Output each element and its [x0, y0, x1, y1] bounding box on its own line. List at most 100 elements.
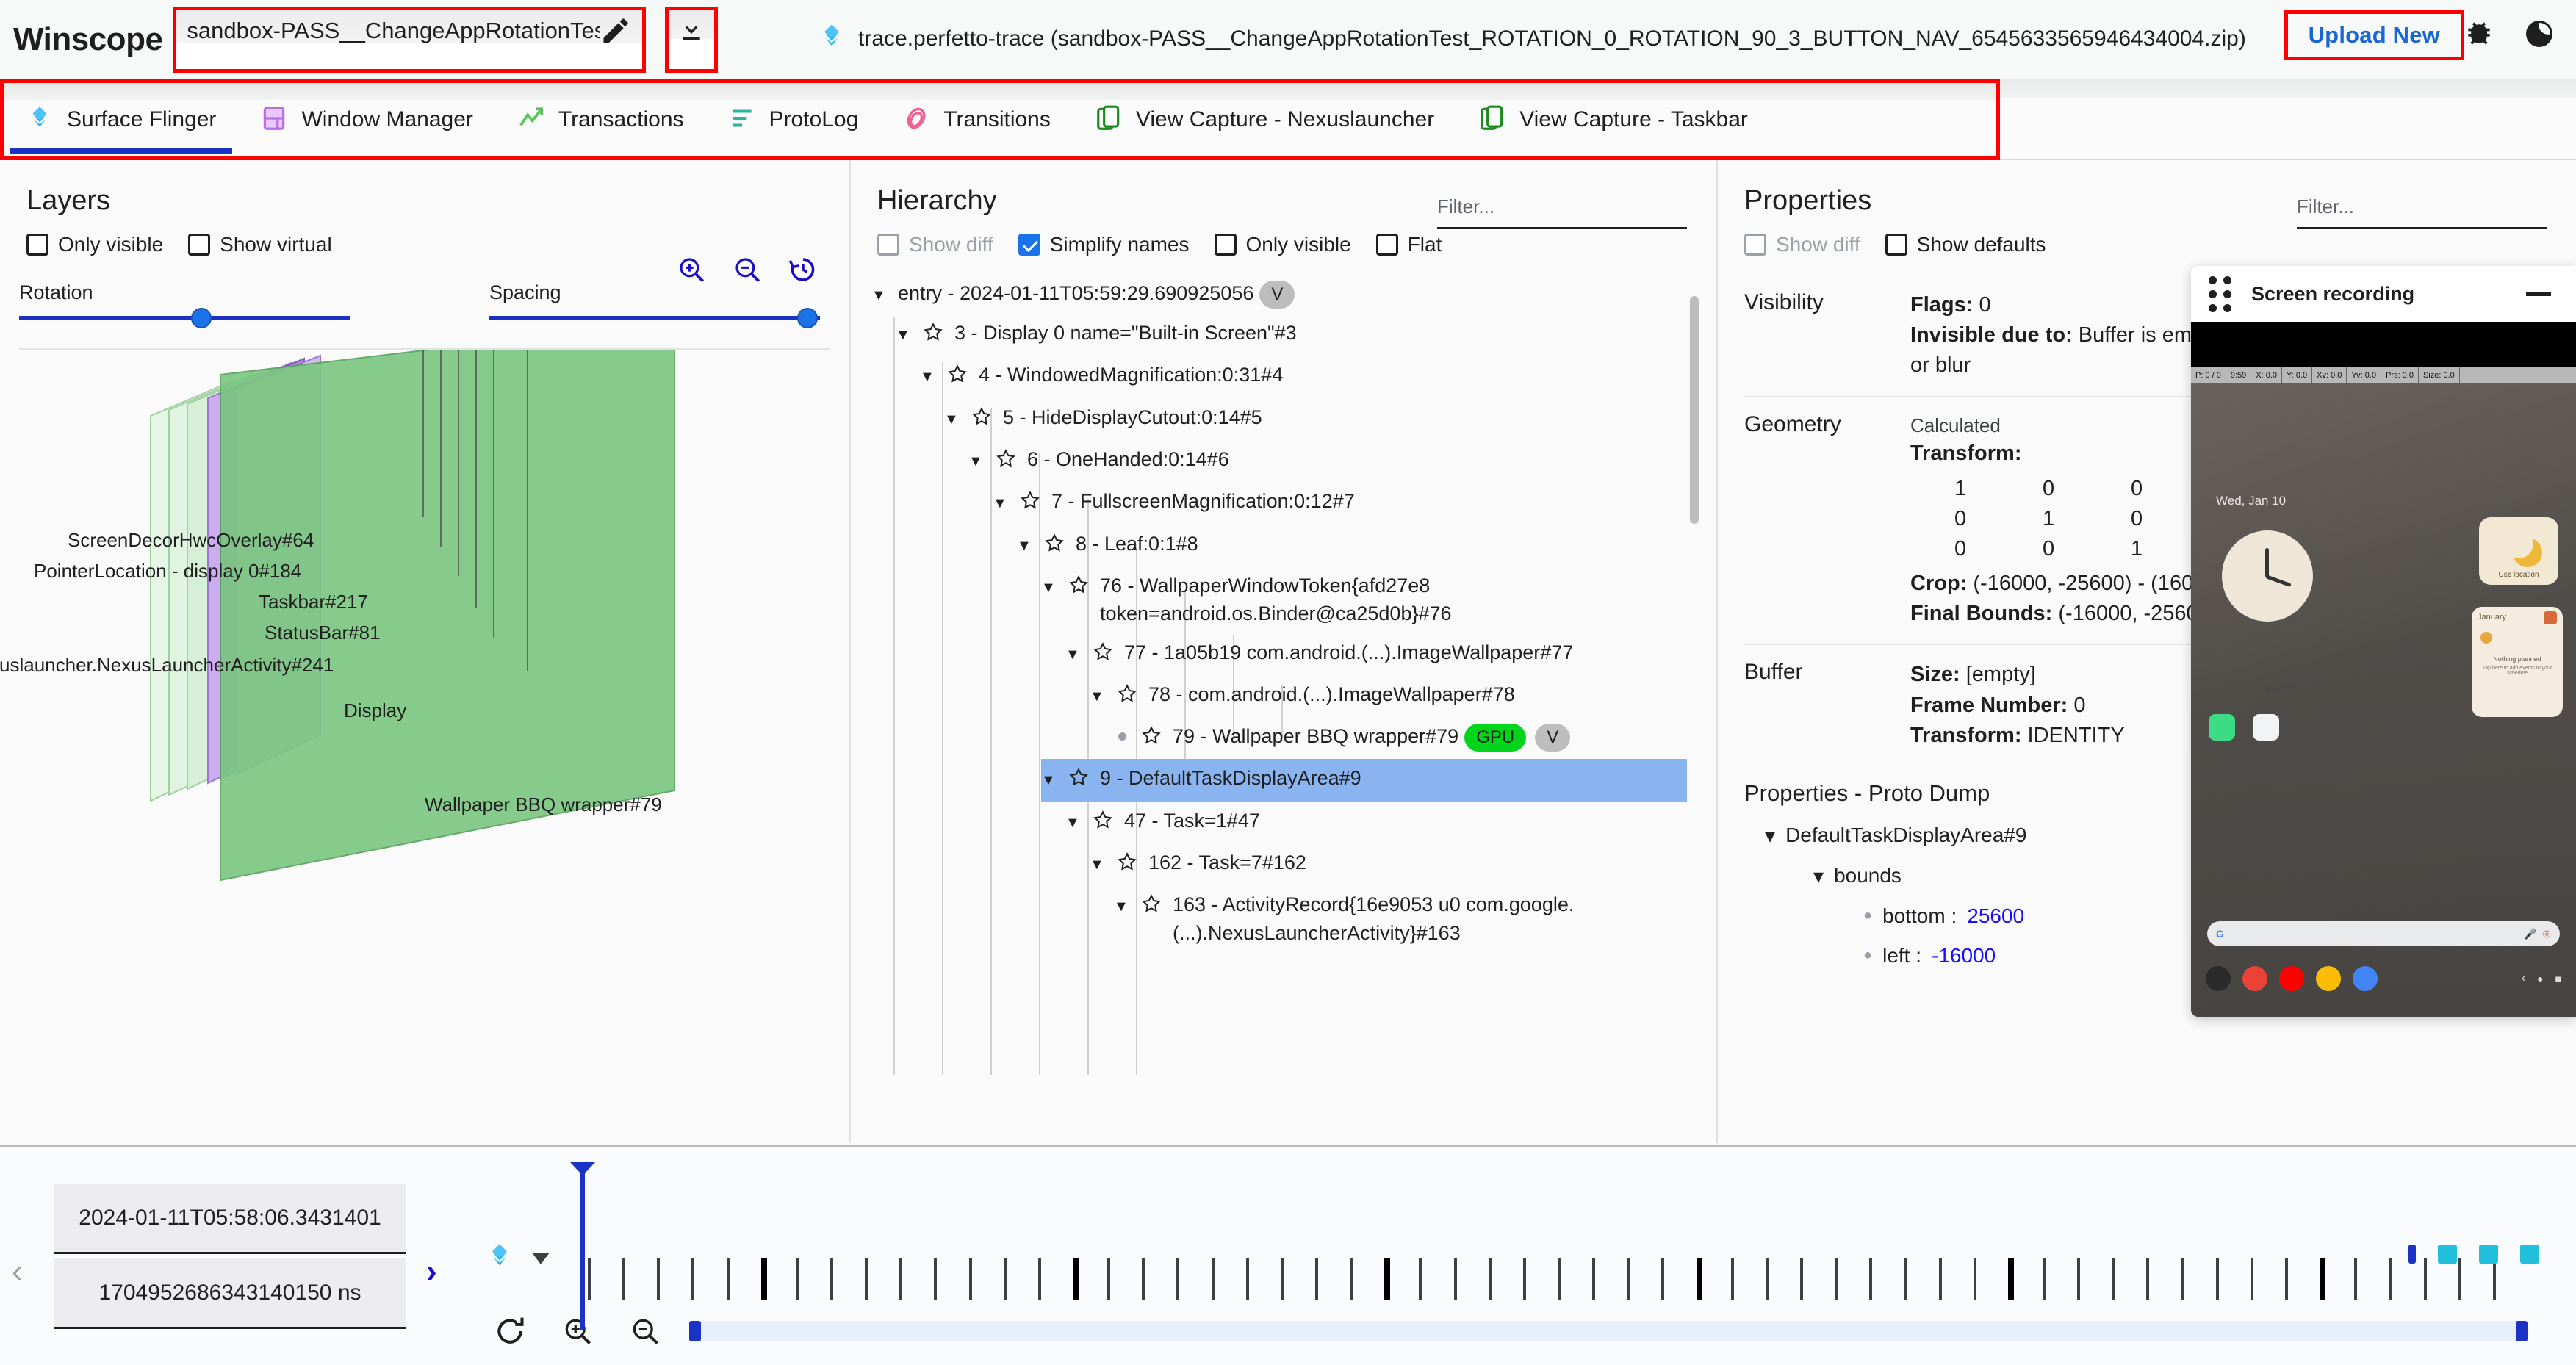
- rotation-slider[interactable]: [19, 308, 350, 328]
- screen-recording-video[interactable]: P: 0 / 0 9:59 X: 0.0 Y: 0.0 Xv: 0.0 Yv: …: [2191, 322, 2576, 1017]
- gmail-icon[interactable]: [2206, 966, 2231, 991]
- star-icon[interactable]: [1092, 807, 1115, 838]
- timeline-marker[interactable]: [2408, 1245, 2416, 1264]
- checkbox-show-diff[interactable]: Show diff: [877, 233, 993, 256]
- chevron-down-icon[interactable]: ▼: [993, 487, 1010, 514]
- tab-view-capture-nexuslauncher[interactable]: View Capture - Nexuslauncher: [1073, 83, 1456, 156]
- screen-recording-window[interactable]: Screen recording P: 0 / 0 9:59 X: 0.0 Y:…: [2191, 266, 2576, 1017]
- upload-new-button[interactable]: Upload New: [2304, 21, 2444, 49]
- chevron-down-icon[interactable]: ▼: [1065, 807, 1083, 833]
- chevron-down-icon[interactable]: ▼: [1041, 572, 1059, 598]
- star-icon[interactable]: [1043, 530, 1067, 561]
- properties-filter[interactable]: Filter...: [2297, 195, 2547, 229]
- tab-window-manager[interactable]: Window Manager: [238, 83, 494, 156]
- scrollbar-thumb-left[interactable]: [689, 1321, 701, 1341]
- tab-protolog[interactable]: ProtoLog: [706, 83, 881, 156]
- star-icon[interactable]: [1116, 849, 1140, 880]
- maps-icon[interactable]: [2353, 966, 2378, 991]
- chevron-down-icon[interactable]: ▼: [1017, 530, 1035, 556]
- chevron-down-icon[interactable]: ▼: [1090, 680, 1107, 707]
- star-icon[interactable]: [1068, 572, 1091, 603]
- chevron-down-icon[interactable]: ▼: [896, 319, 913, 345]
- visibility-badge[interactable]: V: [1259, 280, 1295, 309]
- tab-transitions[interactable]: Transitions: [880, 83, 1073, 156]
- timeline-trace-selector[interactable]: [485, 1242, 550, 1275]
- timeline-marker[interactable]: [2438, 1245, 2457, 1264]
- star-icon[interactable]: [922, 319, 946, 350]
- star-icon[interactable]: [1116, 680, 1140, 712]
- chevron-left-icon[interactable]: ‹: [12, 1253, 23, 1290]
- hierarchy-node[interactable]: ▼ 3 - Display 0 name="Built-in Screen"#3: [896, 314, 1687, 356]
- zoom-out-icon[interactable]: [629, 1315, 661, 1351]
- checkbox-simplify-names[interactable]: Simplify names: [1018, 233, 1190, 256]
- timestamp-iso[interactable]: 2024-01-11T05:58:06.3431401: [54, 1184, 406, 1254]
- hierarchy-node[interactable]: ▼ 8 - Leaf:0:1#8: [1017, 525, 1687, 566]
- checkbox-flat[interactable]: Flat: [1375, 233, 1442, 256]
- hierarchy-node[interactable]: ▼ 78 - com.android.(...).ImageWallpaper#7…: [1090, 675, 1687, 717]
- play-store-icon[interactable]: [2209, 714, 2235, 741]
- download-button[interactable]: [669, 10, 715, 69]
- hierarchy-node[interactable]: 79 - Wallpaper BBQ wrapper#79 GPU V: [1114, 717, 1687, 759]
- recents-nav-icon[interactable]: ■: [2555, 973, 2561, 984]
- hierarchy-node[interactable]: ▼ 47 - Task=1#47: [1065, 802, 1687, 843]
- trace-title-field[interactable]: sandbox-PASS__ChangeAppRotationTest...: [176, 10, 643, 69]
- home-nav-icon[interactable]: ●: [2537, 973, 2543, 984]
- checkbox-show-defaults[interactable]: Show defaults: [1885, 233, 2046, 256]
- spacing-slider[interactable]: [489, 308, 820, 328]
- slider-knob[interactable]: [191, 308, 212, 328]
- star-icon[interactable]: [946, 361, 970, 392]
- chevron-down-icon[interactable]: ▼: [920, 361, 938, 387]
- zoom-out-icon[interactable]: [732, 254, 763, 289]
- hierarchy-node[interactable]: ▼ 77 - 1a05b19 com.android.(...).ImageWal…: [1065, 633, 1687, 675]
- hierarchy-node[interactable]: ▼ 162 - Task=7#162: [1090, 843, 1687, 885]
- google-icon[interactable]: [2253, 714, 2279, 741]
- mic-icon[interactable]: 🎤: [2524, 928, 2536, 940]
- chevron-down-icon[interactable]: ▼: [944, 403, 962, 430]
- chevron-down-icon[interactable]: ▼: [1065, 638, 1083, 665]
- chevron-down-icon[interactable]: ▼: [871, 279, 889, 306]
- hierarchy-scrollbar[interactable]: [1690, 296, 1699, 524]
- tab-transactions[interactable]: Transactions: [495, 83, 706, 156]
- hierarchy-filter[interactable]: Filter...: [1437, 195, 1687, 229]
- checkbox-show-diff[interactable]: Show diff: [1744, 233, 1860, 256]
- current-timestamp-box[interactable]: 2024-01-11T05:58:06.3431401 170495268634…: [54, 1184, 406, 1330]
- youtube-icon[interactable]: [2279, 966, 2304, 991]
- restore-view-icon[interactable]: [788, 254, 819, 289]
- visibility-badge[interactable]: V: [1535, 724, 1571, 752]
- reset-zoom-icon[interactable]: [494, 1315, 526, 1351]
- chevron-right-icon[interactable]: ›: [426, 1253, 437, 1290]
- star-icon[interactable]: [1068, 764, 1091, 796]
- star-icon[interactable]: [1140, 722, 1164, 754]
- star-icon[interactable]: [1019, 487, 1043, 519]
- chevron-down-icon[interactable]: [532, 1252, 550, 1264]
- dark-mode-icon[interactable]: [2523, 18, 2555, 54]
- hierarchy-node[interactable]: ▼ 5 - HideDisplayCutout:0:14#5: [944, 398, 1687, 440]
- hierarchy-node[interactable]: ▼ 9 - DefaultTaskDisplayArea#9: [1041, 759, 1687, 802]
- lens-icon[interactable]: ◎: [2543, 928, 2551, 940]
- checkbox-only-visible[interactable]: Only visible: [1214, 233, 1351, 256]
- chevron-down-icon[interactable]: ▾: [1813, 864, 1824, 888]
- zoom-in-icon[interactable]: [561, 1315, 594, 1351]
- hierarchy-node[interactable]: ▼ 7 - FullscreenMagnification:0:12#7: [993, 482, 1687, 524]
- hierarchy-node[interactable]: ▼ 4 - WindowedMagnification:0:31#4: [920, 356, 1687, 397]
- chrome-icon[interactable]: [2242, 966, 2267, 991]
- timeline-marker[interactable]: [2520, 1245, 2539, 1264]
- hierarchy-node[interactable]: ▼ 6 - OneHanded:0:14#6: [968, 440, 1687, 482]
- chevron-down-icon[interactable]: ▼: [1114, 890, 1132, 917]
- timeline-ruler[interactable]: [588, 1258, 2528, 1303]
- timestamp-ns[interactable]: 1704952686343140150 ns: [54, 1258, 406, 1329]
- zoom-in-icon[interactable]: [676, 254, 707, 289]
- timeline-marker[interactable]: [2479, 1245, 2498, 1264]
- gpu-badge[interactable]: GPU: [1464, 724, 1527, 752]
- star-icon[interactable]: [1140, 890, 1164, 922]
- minimize-icon[interactable]: [2526, 292, 2551, 296]
- checkbox-only-visible[interactable]: Only visible: [26, 233, 163, 256]
- chevron-down-icon[interactable]: ▼: [1090, 849, 1107, 875]
- photos-icon[interactable]: [2316, 966, 2341, 991]
- star-icon[interactable]: [995, 445, 1018, 477]
- layers-3d-canvas[interactable]: ScreenDecorHwcOverlay#64 PointerLocation…: [0, 350, 849, 1033]
- scrollbar-thumb-right[interactable]: [2516, 1321, 2528, 1341]
- back-nav-icon[interactable]: ‹: [2522, 972, 2525, 985]
- screen-recording-titlebar[interactable]: Screen recording: [2191, 266, 2576, 322]
- hierarchy-node[interactable]: ▼ 163 - ActivityRecord{16e9053 u0 com.goo…: [1114, 885, 1687, 952]
